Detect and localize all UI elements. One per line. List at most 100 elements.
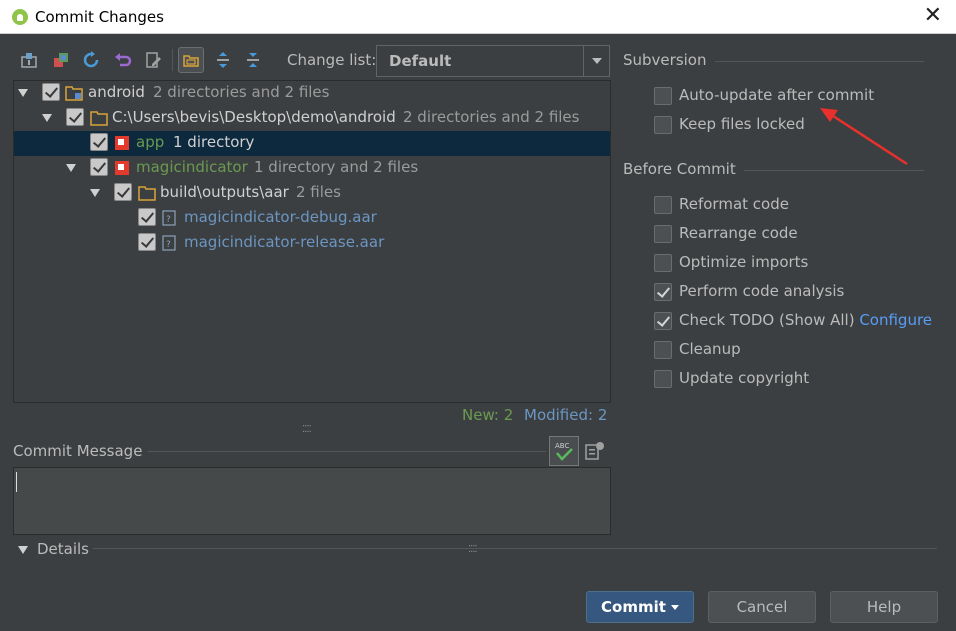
option-label: Perform code analysis bbox=[679, 282, 845, 300]
details-expand-icon[interactable] bbox=[18, 546, 28, 554]
edit-source-icon[interactable] bbox=[140, 47, 166, 73]
svg-text:?: ? bbox=[166, 240, 171, 250]
tree-row-selected[interactable]: app 1 directory bbox=[14, 131, 610, 156]
option-label: Cleanup bbox=[679, 340, 741, 358]
changelist-label: Change list: bbox=[287, 51, 377, 69]
tree-checkbox[interactable] bbox=[66, 108, 84, 126]
rollback-icon[interactable] bbox=[110, 47, 136, 73]
divider bbox=[136, 451, 546, 452]
splitter-handle[interactable]: ⁚⁚⁚⁚ bbox=[468, 544, 478, 555]
group-by-directory-icon[interactable] bbox=[178, 47, 204, 73]
tree-row[interactable]: C:\Users\bevis\Desktop\demo\android 2 di… bbox=[14, 106, 610, 131]
commit-message-input[interactable] bbox=[13, 467, 611, 535]
cancel-button[interactable]: Cancel bbox=[708, 591, 816, 623]
expand-arrow-icon[interactable] bbox=[66, 164, 76, 172]
tree-row[interactable]: magicindicator 1 directory and 2 files bbox=[14, 156, 610, 181]
tree-row[interactable]: ? magicindicator-release.aar bbox=[14, 231, 610, 256]
svg-text:?: ? bbox=[166, 215, 171, 225]
option-check-todo[interactable]: Check TODO (Show All) Configure bbox=[654, 311, 944, 333]
tree-checkbox[interactable] bbox=[42, 83, 60, 101]
toolbar-separator bbox=[172, 49, 173, 71]
android-module-icon bbox=[114, 160, 130, 180]
expand-arrow-icon[interactable] bbox=[18, 89, 28, 97]
tree-meta: 2 files bbox=[296, 183, 341, 201]
annotation-arrow-icon bbox=[820, 108, 908, 166]
details-toggle[interactable]: Details bbox=[37, 540, 89, 558]
checkbox[interactable] bbox=[654, 254, 672, 272]
option-label: Rearrange code bbox=[679, 224, 798, 242]
commit-button[interactable]: Commit bbox=[586, 591, 694, 623]
module-folder-icon bbox=[65, 85, 83, 105]
dropdown-caret-icon[interactable] bbox=[670, 604, 679, 610]
checkbox[interactable] bbox=[654, 116, 672, 134]
tree-row[interactable]: ? magicindicator-debug.aar bbox=[14, 206, 610, 231]
subversion-title: Subversion bbox=[623, 51, 715, 69]
commit-button-label: Commit bbox=[601, 598, 666, 616]
tree-label: build\outputs\aar bbox=[160, 183, 289, 201]
text-caret bbox=[16, 472, 17, 492]
show-diff-icon[interactable] bbox=[16, 47, 42, 73]
divider bbox=[730, 170, 924, 171]
option-label: Optimize imports bbox=[679, 253, 809, 271]
tree-label: magicindicator bbox=[136, 158, 248, 176]
commit-history-icon[interactable] bbox=[584, 440, 606, 462]
option-label: Check TODO (Show All) Configure bbox=[679, 311, 932, 329]
tree-meta: 2 directories and 2 files bbox=[153, 83, 330, 101]
option-reformat[interactable]: Reformat code bbox=[654, 195, 944, 217]
refresh-icon[interactable] bbox=[78, 47, 104, 73]
option-code-analysis[interactable]: Perform code analysis bbox=[654, 282, 944, 304]
checkbox[interactable] bbox=[654, 87, 672, 105]
tree-checkbox[interactable] bbox=[138, 233, 156, 251]
tree-checkbox[interactable] bbox=[114, 183, 132, 201]
commit-message-label: Commit Message bbox=[13, 442, 149, 460]
collapse-all-icon[interactable] bbox=[240, 47, 266, 73]
checkbox[interactable] bbox=[654, 341, 672, 359]
option-label: Update copyright bbox=[679, 369, 810, 387]
option-optimize-imports[interactable]: Optimize imports bbox=[654, 253, 944, 275]
modified-count: Modified: 2 bbox=[524, 406, 608, 424]
title-bar: Commit Changes ✕ bbox=[0, 0, 956, 34]
option-label: Reformat code bbox=[679, 195, 789, 213]
tree-checkbox[interactable] bbox=[90, 133, 108, 151]
android-module-icon bbox=[114, 135, 130, 155]
tree-label: app bbox=[136, 133, 165, 151]
tree-checkbox[interactable] bbox=[90, 158, 108, 176]
tree-checkbox[interactable] bbox=[138, 208, 156, 226]
tree-meta: 2 directories and 2 files bbox=[403, 108, 580, 126]
new-count: New: 2 bbox=[462, 406, 514, 424]
tree-label: magicindicator-debug.aar bbox=[184, 208, 377, 226]
expand-arrow-icon[interactable] bbox=[90, 189, 100, 197]
folder-icon bbox=[138, 185, 156, 205]
tree-row[interactable]: build\outputs\aar 2 files bbox=[14, 181, 610, 206]
checkbox-checked[interactable] bbox=[654, 312, 672, 330]
tree-label: android bbox=[88, 83, 145, 101]
close-icon[interactable]: ✕ bbox=[924, 4, 942, 28]
window-title: Commit Changes bbox=[35, 8, 164, 26]
toolbar: Change list: Default bbox=[14, 45, 614, 77]
checkbox[interactable] bbox=[654, 225, 672, 243]
expand-arrow-icon[interactable] bbox=[42, 114, 52, 122]
configure-link[interactable]: Configure bbox=[859, 311, 932, 329]
tree-label: C:\Users\bevis\Desktop\demo\android bbox=[112, 108, 396, 126]
tree-meta: 1 directory bbox=[173, 133, 255, 151]
checkbox[interactable] bbox=[654, 370, 672, 388]
help-button[interactable]: Help bbox=[830, 591, 938, 623]
option-update-copyright[interactable]: Update copyright bbox=[654, 369, 944, 391]
changelist-dropdown[interactable]: Default bbox=[376, 45, 610, 77]
expand-all-icon[interactable] bbox=[210, 47, 236, 73]
checkbox[interactable] bbox=[654, 196, 672, 214]
option-label-text: Check TODO (Show All) bbox=[679, 311, 855, 329]
option-cleanup[interactable]: Cleanup bbox=[654, 340, 944, 362]
tree-meta: 1 directory and 2 files bbox=[254, 158, 419, 176]
chevron-down-icon[interactable] bbox=[583, 46, 609, 76]
tree-row[interactable]: android 2 directories and 2 files bbox=[14, 81, 610, 106]
splitter-handle[interactable]: ⁚⁚⁚⁚ bbox=[302, 424, 312, 435]
spellcheck-icon[interactable]: ABC bbox=[549, 436, 579, 466]
move-to-changelist-icon[interactable] bbox=[48, 47, 74, 73]
svg-text:ABC: ABC bbox=[555, 442, 569, 450]
folder-icon bbox=[90, 110, 108, 130]
option-rearrange[interactable]: Rearrange code bbox=[654, 224, 944, 246]
changes-tree[interactable]: android 2 directories and 2 files C:\Use… bbox=[13, 80, 611, 403]
checkbox-checked[interactable] bbox=[654, 283, 672, 301]
android-studio-icon bbox=[12, 9, 28, 25]
